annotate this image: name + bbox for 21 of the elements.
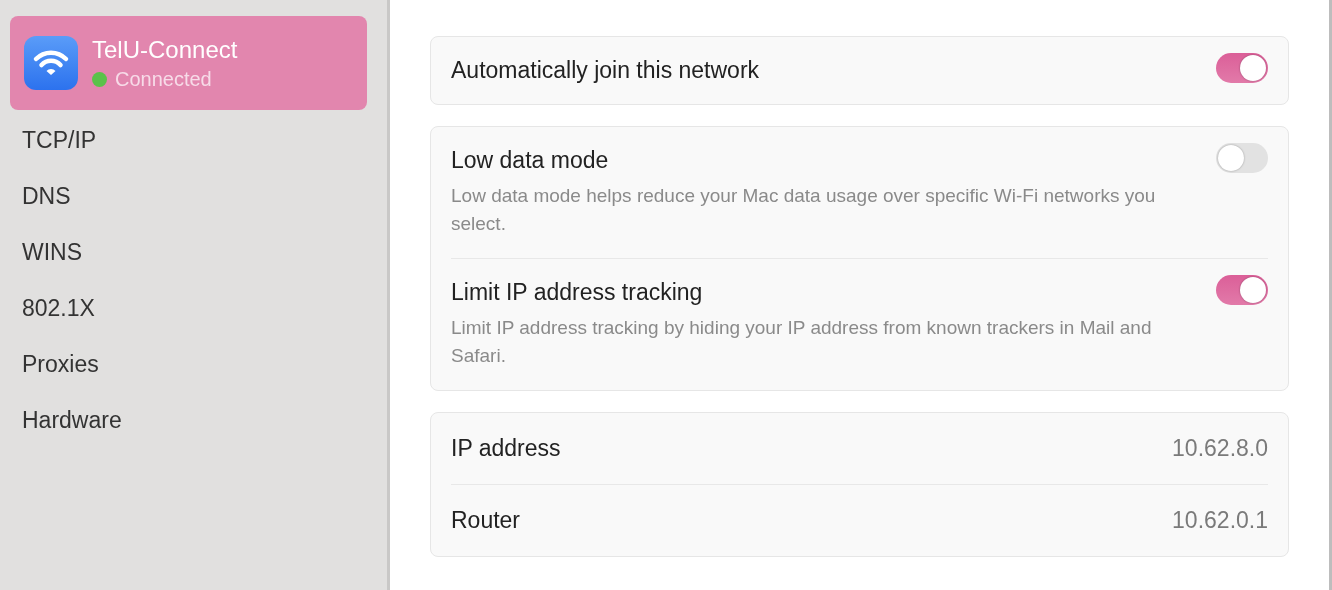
toggle-switch[interactable] [1216, 53, 1268, 83]
info-label: Router [451, 507, 521, 534]
setting-title: Limit IP address tracking [451, 279, 704, 306]
sidebar-item[interactable]: WINS [10, 224, 367, 280]
info-value: 10.62.0.1 [1172, 507, 1268, 534]
sidebar-item[interactable]: TCP/IP [10, 112, 367, 168]
sidebar-item[interactable]: Hardware [10, 392, 367, 448]
sidebar-item[interactable]: Proxies [10, 336, 367, 392]
sidebar-item[interactable]: 802.1X [10, 280, 367, 336]
toggle-switch[interactable] [1216, 275, 1268, 305]
info-value: 10.62.8.0 [1172, 435, 1268, 462]
sidebar-item[interactable]: DNS [10, 168, 367, 224]
network-name: TelU-Connect [92, 35, 238, 64]
toggle-switch[interactable] [1216, 143, 1268, 173]
setting-title: Automatically join this network [451, 57, 760, 84]
wifi-icon [24, 36, 78, 90]
network-status: Connected [115, 67, 212, 91]
setting-description: Low data mode helps reduce your Mac data usage over specific Wi-Fi networks you select. [451, 184, 1157, 236]
info-label: IP address [451, 435, 561, 462]
setting-description: Limit IP address tracking by hiding your IP address from known trackers in Mail and Safari. [451, 316, 1153, 368]
setting-title: Low data mode [451, 147, 610, 174]
